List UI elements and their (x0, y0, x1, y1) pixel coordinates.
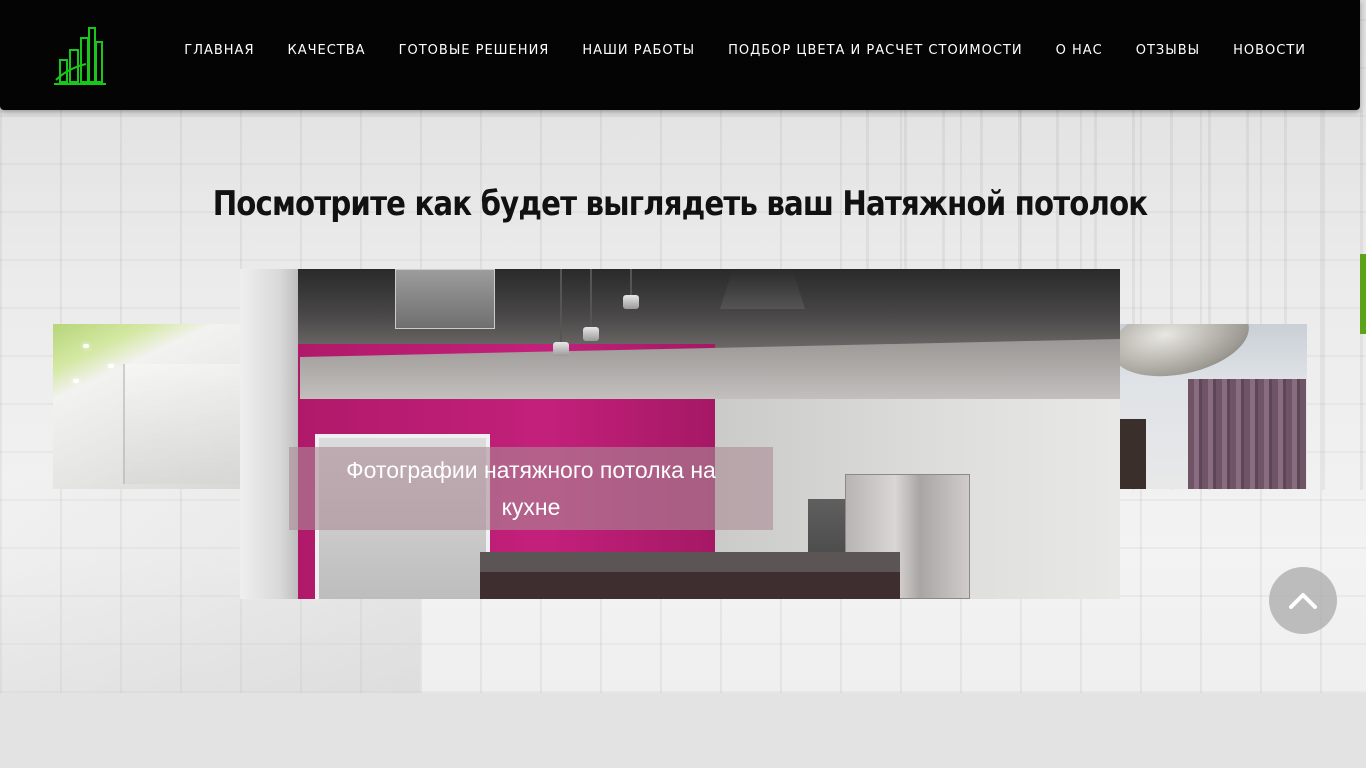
main-nav: ГЛАВНАЯ КАЧЕСТВА ГОТОВЫЕ РЕШЕНИЯ НАШИ РА… (184, 42, 1306, 60)
slide-caption-text: Фотографии натяжного потолка на кухне (346, 456, 716, 520)
nav-item-reviews[interactable]: ОТЗЫВЫ (1136, 42, 1200, 60)
kitchen-island-base (480, 572, 900, 599)
pendant-lamp (623, 269, 639, 309)
slide-next-curtain (1188, 379, 1306, 489)
nav-item-our-works[interactable]: НАШИ РАБОТЫ (582, 42, 695, 60)
pendant-lamp (553, 269, 569, 356)
nav-item-ready-solutions[interactable]: ГОТОВЫЕ РЕШЕНИЯ (399, 42, 550, 60)
nav-item-color-and-cost[interactable]: ПОДБОР ЦВЕТА И РАСЧЕТ СТОИМОСТИ (728, 42, 1023, 60)
carousel-slide-active[interactable]: Фотографии натяжного потолка на кухне (240, 269, 1120, 599)
slide-prev-glass-partition (123, 364, 240, 484)
logo[interactable] (52, 24, 108, 86)
kitchen-island-top (480, 552, 900, 572)
carousel-slide-next[interactable] (1120, 324, 1307, 489)
footer-band (0, 693, 1366, 768)
nav-item-qualities[interactable]: КАЧЕСТВА (287, 42, 365, 60)
site-header: ГЛАВНАЯ КАЧЕСТВА ГОТОВЫЕ РЕШЕНИЯ НАШИ РА… (0, 0, 1360, 110)
nav-item-home[interactable]: ГЛАВНАЯ (184, 42, 254, 60)
carousel-slide-prev[interactable] (53, 324, 240, 489)
slide-next-door (1120, 419, 1146, 489)
pendant-lamp (583, 269, 599, 341)
city-buildings-logo-icon (54, 27, 106, 85)
kitchen-left-wall (240, 269, 298, 599)
slide-caption: Фотографии натяжного потолка на кухне (289, 447, 773, 530)
scroll-position-indicator[interactable] (1360, 254, 1366, 334)
nav-item-news[interactable]: НОВОСТИ (1233, 42, 1306, 60)
nav-item-about[interactable]: О НАС (1056, 42, 1103, 60)
ceiling-light (108, 364, 114, 368)
ceiling-light (73, 379, 79, 383)
back-to-top-button[interactable] (1269, 567, 1337, 634)
ceiling-reflection (395, 269, 495, 329)
ceiling-light (83, 344, 89, 348)
section-title: Посмотрите как будет выглядеть ваш Натяж… (212, 184, 1148, 224)
chevron-up-icon (1289, 592, 1317, 609)
kitchen-hood (720, 269, 805, 309)
